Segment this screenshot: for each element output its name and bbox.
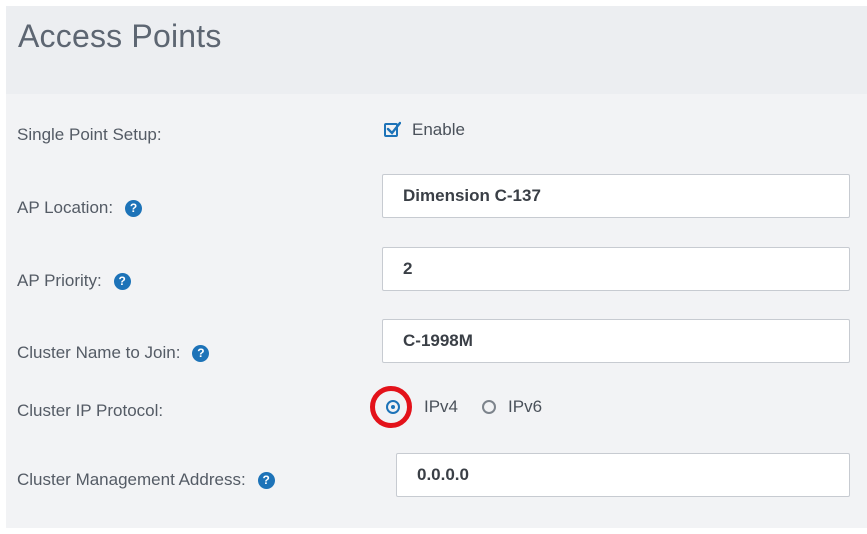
- panel-header: Access Points: [6, 6, 867, 94]
- cluster-name-label: Cluster Name to Join: ?: [17, 343, 210, 363]
- single-point-setup-label: Single Point Setup:: [17, 125, 162, 145]
- cluster-ip-protocol-label-text: Cluster IP Protocol:: [17, 401, 164, 420]
- page-title: Access Points: [18, 18, 222, 54]
- ap-priority-label-text: AP Priority:: [17, 271, 102, 290]
- help-icon[interactable]: ?: [192, 344, 210, 362]
- single-point-setup-label-text: Single Point Setup:: [17, 125, 162, 144]
- highlight-circle-annotation: [370, 386, 412, 428]
- check-icon: [386, 121, 401, 135]
- access-points-panel: Access Points Single Point Setup: Enable…: [6, 6, 867, 528]
- ap-priority-field[interactable]: 2: [382, 247, 850, 291]
- cluster-ip-protocol-label: Cluster IP Protocol:: [17, 401, 163, 421]
- ipv4-label[interactable]: IPv4: [424, 397, 458, 417]
- help-icon[interactable]: ?: [257, 471, 275, 489]
- cluster-management-label: Cluster Management Address: ?: [17, 470, 275, 490]
- ap-location-label: AP Location: ?: [17, 198, 143, 218]
- ipv6-radio[interactable]: [482, 400, 497, 414]
- cluster-name-label-text: Cluster Name to Join:: [17, 343, 181, 362]
- ap-location-field[interactable]: Dimension C-137: [382, 174, 850, 218]
- ipv6-label[interactable]: IPv6: [508, 397, 542, 417]
- cluster-management-label-text: Cluster Management Address:: [17, 470, 246, 489]
- help-icon[interactable]: ?: [125, 199, 143, 217]
- enable-checkbox-label: Enable: [412, 120, 465, 139]
- enable-checkbox[interactable]: [384, 121, 401, 137]
- help-icon[interactable]: ?: [113, 272, 131, 290]
- ap-priority-label: AP Priority: ?: [17, 271, 131, 291]
- cluster-management-address-field[interactable]: 0.0.0.0: [396, 453, 850, 497]
- ap-location-label-text: AP Location:: [17, 198, 114, 217]
- cluster-name-field[interactable]: C-1998M: [382, 319, 850, 363]
- enable-checkbox-control[interactable]: Enable: [384, 120, 465, 140]
